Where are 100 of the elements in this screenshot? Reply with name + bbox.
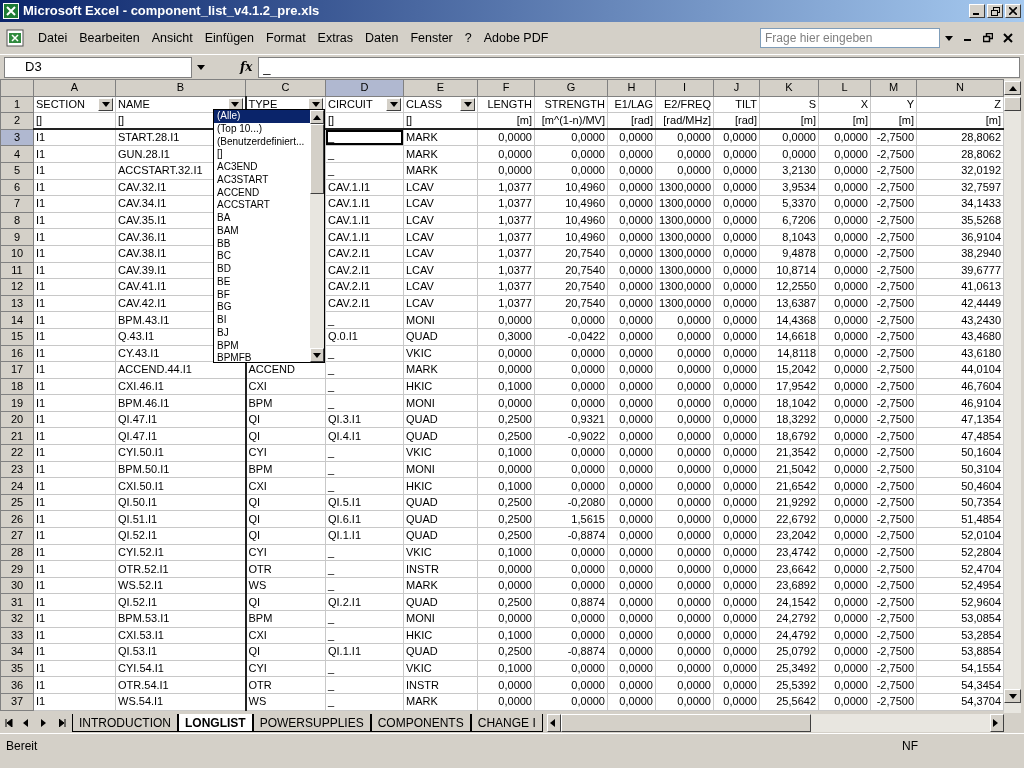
column-header[interactable]: C: [245, 79, 326, 97]
scroll-right-button[interactable]: [990, 714, 1004, 732]
column-header[interactable]: D: [325, 79, 404, 97]
table-cell: I1: [33, 544, 116, 561]
menu-item[interactable]: Ansicht: [145, 26, 199, 50]
workbook-icon[interactable]: [6, 29, 24, 47]
table-cell: -2,7500: [870, 510, 917, 528]
table-cell: 52,4954: [916, 577, 1004, 594]
table-cell: 0,0000: [655, 660, 714, 677]
table-cell: 0,0000: [477, 345, 535, 362]
scrollbar-thumb[interactable]: [310, 124, 324, 194]
table-cell: [m^(1-n)/MV]: [534, 112, 608, 130]
table-cell: 0,0000: [818, 295, 871, 312]
menu-item[interactable]: Einfügen: [198, 26, 260, 50]
vertical-scrollbar[interactable]: [1004, 79, 1021, 713]
menu-item[interactable]: ?: [458, 26, 478, 50]
table-cell: 0,0000: [655, 676, 714, 694]
column-header[interactable]: N: [916, 79, 1004, 97]
column-header[interactable]: G: [534, 79, 608, 97]
table-cell: 0,0000: [607, 262, 656, 279]
column-header[interactable]: L: [818, 79, 871, 97]
column-heading: E2/FREQ: [663, 97, 711, 110]
table-cell: 50,3104: [916, 461, 1004, 478]
table-cell: I1: [33, 676, 116, 694]
caret-icon: [101, 101, 110, 107]
menu-item[interactable]: Fenster: [404, 26, 459, 50]
column-header[interactable]: M: [870, 79, 917, 97]
formula-field[interactable]: _: [258, 56, 1020, 78]
filter-button[interactable]: [460, 97, 475, 111]
table-cell: -2,7500: [870, 577, 917, 594]
column-heading: Z: [994, 97, 1001, 110]
column-header[interactable]: A: [33, 79, 116, 97]
minimize-button[interactable]: [969, 4, 985, 18]
table-cell: 18,3292: [759, 411, 819, 428]
column-header[interactable]: I: [655, 79, 714, 97]
scrollbar-thumb[interactable]: [1004, 97, 1021, 111]
scroll-down-button[interactable]: [1004, 689, 1021, 703]
scroll-down-button[interactable]: [310, 348, 324, 362]
column-header[interactable]: E: [403, 79, 478, 97]
sheet-tab[interactable]: COMPONENTS: [370, 714, 471, 732]
menu-item[interactable]: Format: [260, 26, 312, 50]
table-cell: QI.50.I1: [115, 494, 246, 511]
scrollbar-thumb[interactable]: [560, 714, 811, 732]
filter-dropdown-list[interactable]: (Alle) (Top 10...) (Benutzerdefiniert... [] AC3END AC3START ACCEND ACCSTART BA BAM BB BC BD BE BF BG BI BJ BPM BPMFB: [213, 109, 325, 363]
table-cell: -2,7500: [870, 627, 917, 644]
table-cell: 46,9104: [916, 394, 1004, 412]
table-cell: 0,0000: [655, 394, 714, 412]
table-cell: 1300,0000: [655, 179, 714, 196]
table-cell: 0,0000: [534, 610, 608, 628]
help-search-field[interactable]: Frage hier eingeben: [760, 28, 940, 48]
menu-item[interactable]: Extras: [311, 26, 360, 50]
sheet-tab[interactable]: POWERSUPPLIES: [252, 714, 371, 732]
table-cell: 0,0000: [818, 693, 871, 711]
column-header[interactable]: K: [759, 79, 819, 97]
table-cell: I1: [33, 394, 116, 412]
name-box[interactable]: D3: [4, 56, 192, 78]
table-cell: HKIC: [403, 627, 478, 644]
horizontal-scrollbar[interactable]: [546, 714, 1004, 732]
table-cell: 0,0000: [759, 145, 819, 163]
table-cell: 0,0000: [818, 228, 871, 246]
scroll-up-button[interactable]: [310, 110, 324, 124]
close-button[interactable]: [1005, 4, 1021, 18]
filter-button[interactable]: [98, 97, 113, 111]
table-cell: 25,0792: [759, 643, 819, 661]
table-cell: 0,0000: [713, 394, 760, 412]
table-cell: 20,7540: [534, 278, 608, 296]
table-cell: 1,0377: [477, 195, 535, 213]
dropdown-option[interactable]: (Alle): [214, 110, 310, 123]
table-cell: 0,0000: [607, 444, 656, 462]
select-all-corner[interactable]: [0, 79, 34, 97]
table-cell: 0,0000: [713, 610, 760, 628]
filter-button[interactable]: [386, 97, 401, 111]
table-cell: 0,0000: [607, 527, 656, 545]
table-cell: 1,0377: [477, 179, 535, 196]
sheet-tab[interactable]: LONGLIST: [178, 714, 253, 732]
table-cell: 0,0000: [655, 610, 714, 628]
menu-item[interactable]: Bearbeiten: [73, 26, 146, 50]
insert-function-button[interactable]: fx: [234, 58, 259, 76]
menu-item[interactable]: Adobe PDF: [477, 26, 555, 50]
table-cell: QI.52.I1: [115, 593, 246, 611]
scroll-left-button[interactable]: [546, 714, 561, 732]
table-cell: I1: [33, 245, 116, 263]
column-header[interactable]: H: [607, 79, 656, 97]
table-cell: 0,0000: [534, 693, 608, 711]
restore-button[interactable]: [987, 4, 1003, 18]
column-header[interactable]: B: [115, 79, 246, 97]
menu-item[interactable]: Daten: [359, 26, 405, 50]
column-header[interactable]: J: [713, 79, 760, 97]
table-cell: 0,0000: [655, 444, 714, 462]
table-cell: 8,1043: [759, 228, 819, 246]
active-cell[interactable]: _: [325, 129, 404, 146]
menu-item[interactable]: Datei: [32, 26, 74, 50]
table-cell: BPM: [245, 461, 326, 478]
column-header[interactable]: F: [477, 79, 535, 97]
sheet-tab[interactable]: INTRODUCTION: [72, 714, 178, 732]
scroll-up-button[interactable]: [1004, 81, 1021, 95]
table-cell: 1,0377: [477, 228, 535, 246]
sheet-tab[interactable]: CHANGE I: [470, 714, 543, 732]
table-cell: 20,7540: [534, 295, 608, 312]
table-cell: QUAD: [403, 328, 478, 345]
